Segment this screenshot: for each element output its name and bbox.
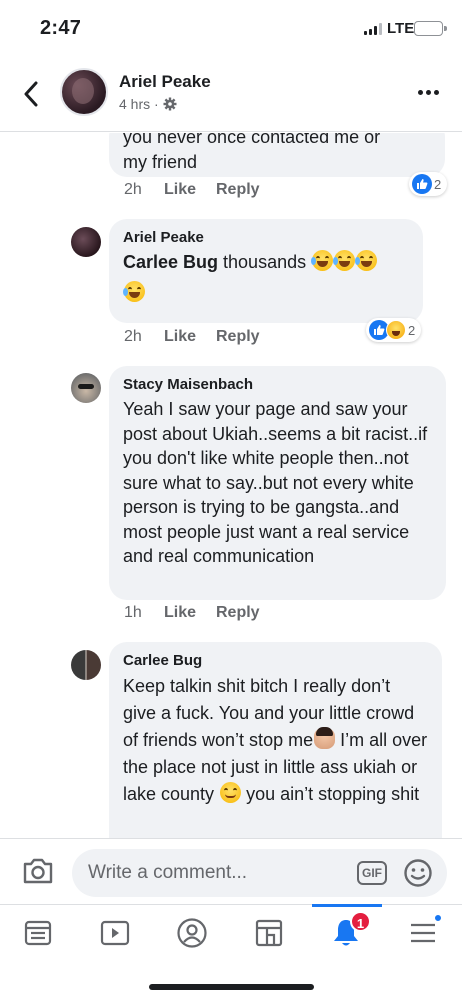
comment-composer: Write a comment... GIF [0, 838, 462, 904]
back-button[interactable] [18, 78, 44, 110]
comment-time: 2h [124, 181, 142, 198]
joy-emoji-icon [355, 250, 378, 271]
comment-text-body: you ain’t stopping shit [246, 784, 420, 804]
sunglasses-icon [78, 384, 94, 389]
camera-button[interactable] [22, 857, 54, 890]
comment-actions: 2h Like Reply [124, 181, 260, 199]
notification-badge: 1 [350, 911, 371, 932]
joy-emoji-icon [333, 250, 356, 271]
like-button[interactable]: Like [164, 604, 216, 622]
gear-icon [163, 97, 177, 111]
joy-emoji-icon [123, 280, 145, 302]
emoji-button[interactable] [403, 858, 433, 893]
reaction-summary[interactable]: 2 [409, 172, 448, 196]
comment-text: my friend [123, 151, 198, 172]
comment-text: Keep talkin shit bitch I really don’t gi… [123, 673, 428, 808]
ellipsis-icon [418, 90, 423, 95]
reply-button[interactable]: Reply [216, 328, 260, 346]
gif-button[interactable]: GIF [357, 861, 387, 885]
relieved-emoji-icon [220, 782, 242, 803]
news-feed-icon [24, 920, 52, 946]
comment-time: 2h [124, 328, 142, 345]
ellipsis-dot [426, 90, 431, 95]
tab-profile[interactable] [172, 913, 212, 953]
status-time: 2:47 [40, 17, 82, 39]
reply-button[interactable]: Reply [216, 604, 260, 622]
comment-bubble[interactable]: Carlee Bug Keep talkin shit bitch I real… [109, 642, 442, 838]
comment-actions: 2h Like Reply [124, 328, 260, 346]
commenter-avatar[interactable] [71, 373, 101, 403]
comment-author[interactable]: Carlee Bug [123, 652, 428, 669]
like-button[interactable]: Like [164, 181, 216, 199]
video-icon [100, 920, 130, 946]
comment-text: you never once contacted me or [123, 133, 381, 147]
post-meta: 4 hrs · [119, 96, 177, 112]
marketplace-icon [255, 919, 283, 947]
comment-text: Yeah I saw your page and saw your post a… [123, 399, 428, 566]
profile-icon [177, 918, 207, 948]
mention-link[interactable]: Carlee Bug [123, 252, 218, 272]
haha-reaction-icon [386, 320, 406, 340]
commenter-avatar[interactable] [71, 650, 101, 680]
post-header: Ariel Peake 4 hrs · [0, 56, 462, 132]
network-label: LTE [387, 20, 415, 37]
home-indicator [149, 984, 314, 990]
status-bar: 2:47 LTE [0, 0, 462, 56]
comment-actions: 1h Like Reply [124, 604, 260, 622]
menu-icon [411, 923, 435, 943]
comment-author[interactable]: Stacy Maisenbach [123, 376, 432, 393]
smiley-icon [404, 859, 432, 887]
comment-input[interactable]: Write a comment... [72, 849, 447, 897]
comment-text: Carlee Bug thousands [123, 250, 409, 275]
bottom-tab-bar: 1 [0, 904, 462, 964]
reaction-summary[interactable]: 2 [366, 318, 422, 342]
post-time: 4 hrs · [119, 96, 159, 112]
battery-icon [414, 21, 447, 36]
active-tab-indicator [312, 904, 382, 907]
more-options-button[interactable] [418, 90, 439, 95]
camera-icon [23, 858, 53, 884]
tab-news-feed[interactable] [18, 913, 58, 953]
comment-bubble[interactable]: Ariel Peake Carlee Bug thousands [109, 219, 423, 323]
tab-watch[interactable] [95, 913, 135, 953]
author-name[interactable]: Ariel Peake [119, 72, 211, 92]
joy-emoji-icon [311, 250, 334, 271]
chevron-left-icon [24, 81, 38, 107]
like-button[interactable]: Like [164, 328, 216, 346]
reply-button[interactable]: Reply [216, 181, 260, 199]
comment-bubble[interactable]: you never once contacted me or my friend [109, 133, 445, 177]
reaction-count: 2 [408, 322, 416, 338]
comment-text-line [123, 280, 409, 306]
like-reaction-icon [412, 174, 432, 194]
commenter-avatar[interactable] [71, 227, 101, 257]
signal-icon [364, 23, 382, 35]
author-avatar[interactable] [60, 68, 108, 116]
ellipsis-dot [434, 90, 439, 95]
comment-bubble[interactable]: Stacy Maisenbach Yeah I saw your page an… [109, 366, 446, 600]
woman-shrugging-emoji-icon [314, 727, 336, 749]
comment-author[interactable]: Ariel Peake [123, 229, 409, 246]
comment-thread[interactable]: you never once contacted me or my friend… [0, 133, 462, 838]
comment-time: 1h [124, 604, 142, 621]
comment-text-body: thousands [218, 252, 312, 272]
reaction-count: 2 [434, 176, 442, 192]
tab-marketplace[interactable] [249, 913, 289, 953]
menu-notification-dot [433, 913, 443, 923]
